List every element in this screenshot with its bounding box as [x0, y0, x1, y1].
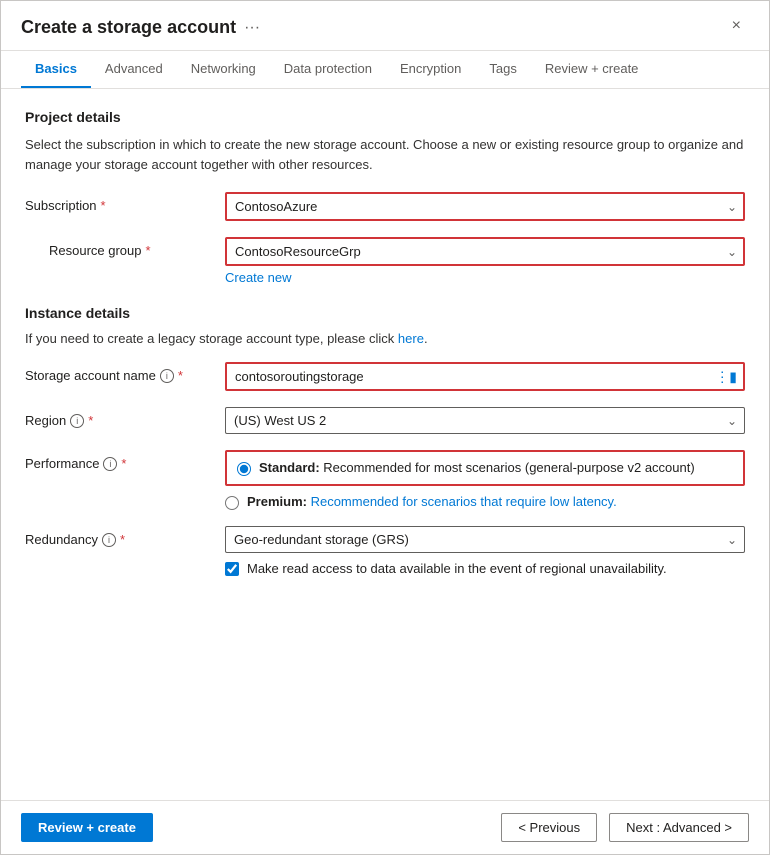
project-details-title: Project details	[25, 109, 745, 125]
region-label: Region i *	[25, 407, 225, 428]
dialog-header: Create a storage account ··· ×	[1, 1, 769, 51]
tab-encryption[interactable]: Encryption	[386, 51, 475, 88]
region-row: Region i * (US) West US 2 ⌄	[25, 407, 745, 434]
resource-group-dropdown[interactable]: ContosoResourceGrp	[225, 237, 745, 266]
performance-premium-radio[interactable]	[225, 496, 239, 510]
performance-label: Performance i *	[25, 450, 225, 471]
tab-data-protection[interactable]: Data protection	[270, 51, 386, 88]
region-control: (US) West US 2 ⌄	[225, 407, 745, 434]
tab-tags[interactable]: Tags	[475, 51, 530, 88]
dialog-title-row: Create a storage account ···	[21, 17, 260, 50]
dialog-more-options[interactable]: ···	[244, 19, 260, 37]
region-dropdown-wrapper: (US) West US 2 ⌄	[225, 407, 745, 434]
subscription-label: Subscription *	[25, 192, 225, 213]
tab-review-create[interactable]: Review + create	[531, 51, 653, 88]
project-details-description: Select the subscription in which to crea…	[25, 135, 745, 174]
close-button[interactable]: ×	[724, 13, 749, 39]
create-storage-dialog: Create a storage account ··· × Basics Ad…	[0, 0, 770, 855]
subscription-dropdown-wrapper: ContosoAzure ⌄	[225, 192, 745, 221]
region-dropdown[interactable]: (US) West US 2	[225, 407, 745, 434]
tab-basics[interactable]: Basics	[21, 51, 91, 88]
review-create-button[interactable]: Review + create	[21, 813, 153, 842]
resource-group-dropdown-wrapper: ContosoResourceGrp ⌄	[225, 237, 745, 266]
instance-details-title: Instance details	[25, 305, 745, 321]
redundancy-checkbox[interactable]	[225, 562, 239, 576]
resource-group-row: Resource group * ContosoResourceGrp ⌄ Cr…	[25, 237, 745, 285]
performance-row: Performance i * Standard: Recommended fo…	[25, 450, 745, 510]
redundancy-checkbox-row: Make read access to data available in th…	[225, 561, 745, 576]
performance-standard-label: Standard: Recommended for most scenarios…	[259, 460, 695, 475]
performance-standard-highlighted: Standard: Recommended for most scenarios…	[225, 450, 745, 486]
storage-account-name-input[interactable]	[225, 362, 745, 391]
dialog-title: Create a storage account	[21, 17, 236, 38]
storage-name-input-wrapper: ⋮▮	[225, 362, 745, 391]
next-button[interactable]: Next : Advanced >	[609, 813, 749, 842]
storage-name-validate-icon[interactable]: ⋮▮	[715, 368, 737, 385]
performance-info-icon[interactable]: i	[103, 457, 117, 471]
create-new-link[interactable]: Create new	[225, 270, 291, 285]
dialog-footer: Review + create < Previous Next : Advanc…	[1, 800, 769, 854]
storage-name-info-icon[interactable]: i	[160, 369, 174, 383]
redundancy-dropdown[interactable]: Geo-redundant storage (GRS)	[225, 526, 745, 553]
redundancy-dropdown-wrapper: Geo-redundant storage (GRS) ⌄	[225, 526, 745, 553]
performance-premium-label: Premium: Recommended for scenarios that …	[247, 494, 617, 509]
redundancy-checkbox-label: Make read access to data available in th…	[247, 561, 667, 576]
performance-standard-option: Standard: Recommended for most scenarios…	[237, 460, 733, 476]
redundancy-info-icon[interactable]: i	[102, 533, 116, 547]
performance-premium-option: Premium: Recommended for scenarios that …	[225, 494, 745, 510]
redundancy-control: Geo-redundant storage (GRS) ⌄ Make read …	[225, 526, 745, 576]
performance-standard-radio[interactable]	[237, 462, 251, 476]
subscription-control: ContosoAzure ⌄	[225, 192, 745, 221]
legacy-text: If you need to create a legacy storage a…	[25, 331, 745, 346]
dialog-content: Project details Select the subscription …	[1, 89, 769, 800]
performance-control: Standard: Recommended for most scenarios…	[225, 450, 745, 510]
tab-networking[interactable]: Networking	[177, 51, 270, 88]
resource-group-control: ContosoResourceGrp ⌄ Create new	[225, 237, 745, 285]
redundancy-label: Redundancy i *	[25, 526, 225, 547]
redundancy-row: Redundancy i * Geo-redundant storage (GR…	[25, 526, 745, 576]
resource-group-label: Resource group *	[25, 237, 225, 258]
performance-radio-group: Standard: Recommended for most scenarios…	[225, 450, 745, 510]
tab-bar: Basics Advanced Networking Data protecti…	[1, 51, 769, 89]
storage-account-name-label: Storage account name i *	[25, 362, 225, 383]
storage-account-name-control: ⋮▮	[225, 362, 745, 391]
region-info-icon[interactable]: i	[70, 414, 84, 428]
subscription-dropdown[interactable]: ContosoAzure	[225, 192, 745, 221]
previous-button[interactable]: < Previous	[501, 813, 597, 842]
legacy-link[interactable]: here	[398, 331, 424, 346]
subscription-row: Subscription * ContosoAzure ⌄	[25, 192, 745, 221]
storage-account-name-row: Storage account name i * ⋮▮	[25, 362, 745, 391]
tab-advanced[interactable]: Advanced	[91, 51, 177, 88]
